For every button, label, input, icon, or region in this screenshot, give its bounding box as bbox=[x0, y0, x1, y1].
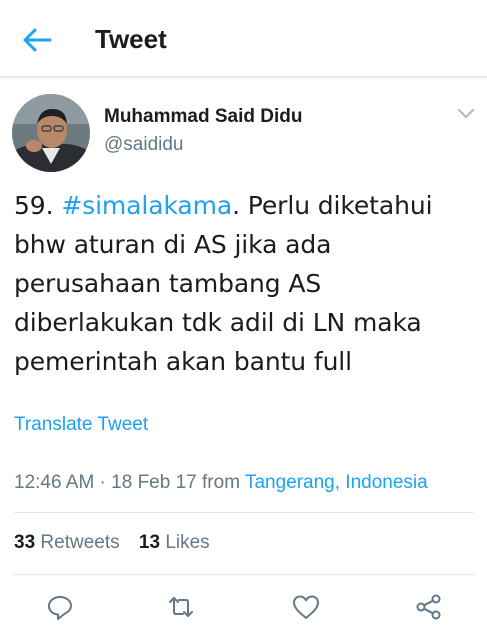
chevron-down-icon bbox=[458, 109, 474, 118]
divider bbox=[14, 512, 474, 513]
share-icon bbox=[416, 594, 441, 620]
avatar-image bbox=[12, 94, 90, 172]
retweets-stat[interactable]: 33 Retweets bbox=[14, 532, 120, 553]
timestamp: 12:46 AM · 18 Feb 17 bbox=[14, 472, 197, 493]
arrow-left-icon bbox=[23, 28, 52, 52]
from-label: from bbox=[202, 472, 241, 493]
page-title: Tweet bbox=[95, 24, 167, 54]
like-icon bbox=[293, 595, 319, 619]
avatar[interactable] bbox=[12, 94, 90, 172]
reply-icon bbox=[48, 596, 72, 620]
tweet-line: diberlakukan tdk adil di LN maka bbox=[14, 308, 422, 337]
tweet-line: 59. #simalakama. Perlu diketahui bbox=[14, 191, 433, 220]
like-button[interactable] bbox=[291, 592, 321, 622]
tweet-line: perusahaan tambang AS bbox=[14, 269, 322, 298]
back-button[interactable] bbox=[20, 24, 56, 56]
app-header: Tweet bbox=[0, 0, 487, 78]
author-handle[interactable]: @saididu bbox=[104, 134, 184, 156]
tweet-meta: 12:46 AM · 18 Feb 17 from Tangerang, Ind… bbox=[14, 472, 428, 494]
tweet-stats: 33 Retweets 13 Likes bbox=[14, 532, 224, 554]
tweet-options-button[interactable] bbox=[455, 104, 477, 122]
retweet-icon bbox=[169, 597, 193, 617]
translate-tweet-link[interactable]: Translate Tweet bbox=[14, 414, 148, 436]
share-button[interactable] bbox=[414, 592, 444, 622]
reply-button[interactable] bbox=[45, 592, 75, 622]
hashtag-link[interactable]: #simalakama bbox=[61, 191, 232, 220]
divider bbox=[14, 574, 474, 575]
tweet-text: 59. #simalakama. Perlu diketahui bhw atu… bbox=[14, 186, 476, 381]
tweet-line: bhw aturan di AS jika ada bbox=[14, 230, 332, 259]
retweet-button[interactable] bbox=[166, 592, 196, 622]
location-link[interactable]: Tangerang, Indonesia bbox=[245, 472, 428, 493]
tweet-line: pemerintah akan bantu full bbox=[14, 347, 353, 376]
author-name[interactable]: Muhammad Said Didu bbox=[104, 106, 302, 128]
likes-stat[interactable]: 13 Likes bbox=[139, 532, 210, 553]
